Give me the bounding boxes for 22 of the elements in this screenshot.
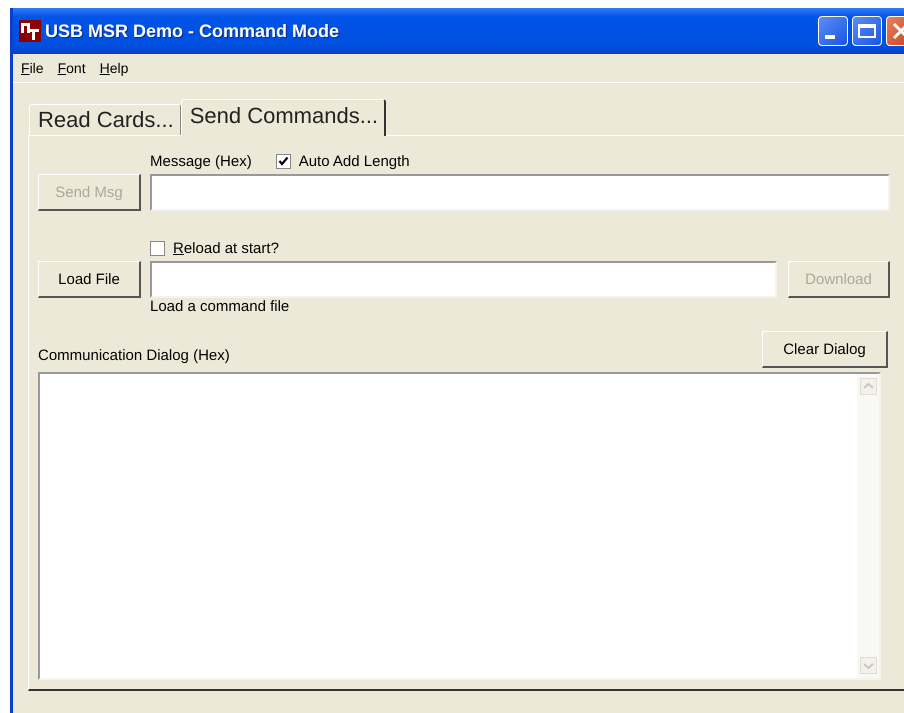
dialog-label: Communication Dialog (Hex)	[38, 347, 230, 366]
auto-add-length-checkbox[interactable]: Auto Add Length	[276, 152, 410, 170]
message-label: Message (Hex)	[150, 152, 252, 170]
hint-text: Load a command file	[150, 298, 290, 315]
maximize-button[interactable]	[852, 16, 882, 46]
tab[interactable]: Send Commands...	[180, 99, 386, 136]
app-logo-icon	[19, 20, 41, 42]
window-title: USB MSR Demo - Command Mode	[45, 20, 340, 42]
file-path-field[interactable]	[150, 261, 777, 298]
load-file-button[interactable]: Load File	[38, 261, 141, 298]
minimize-button[interactable]	[818, 16, 848, 46]
tab[interactable]: Read Cards...	[29, 104, 181, 135]
menu-item[interactable]: Font	[58, 60, 86, 76]
menu-item[interactable]: Help	[100, 60, 128, 76]
check-icon	[278, 156, 289, 166]
message-input-field[interactable]	[150, 174, 890, 211]
scroll-down-icon[interactable]	[860, 657, 876, 674]
clear-dialog-button[interactable]: Clear Dialog	[762, 331, 888, 368]
reload-at-start-checkbox[interactable]: Reload at start?	[150, 240, 279, 256]
scrollbar[interactable]	[857, 374, 879, 678]
scroll-up-icon[interactable]	[860, 378, 876, 395]
menu-item[interactable]: File	[21, 60, 44, 76]
